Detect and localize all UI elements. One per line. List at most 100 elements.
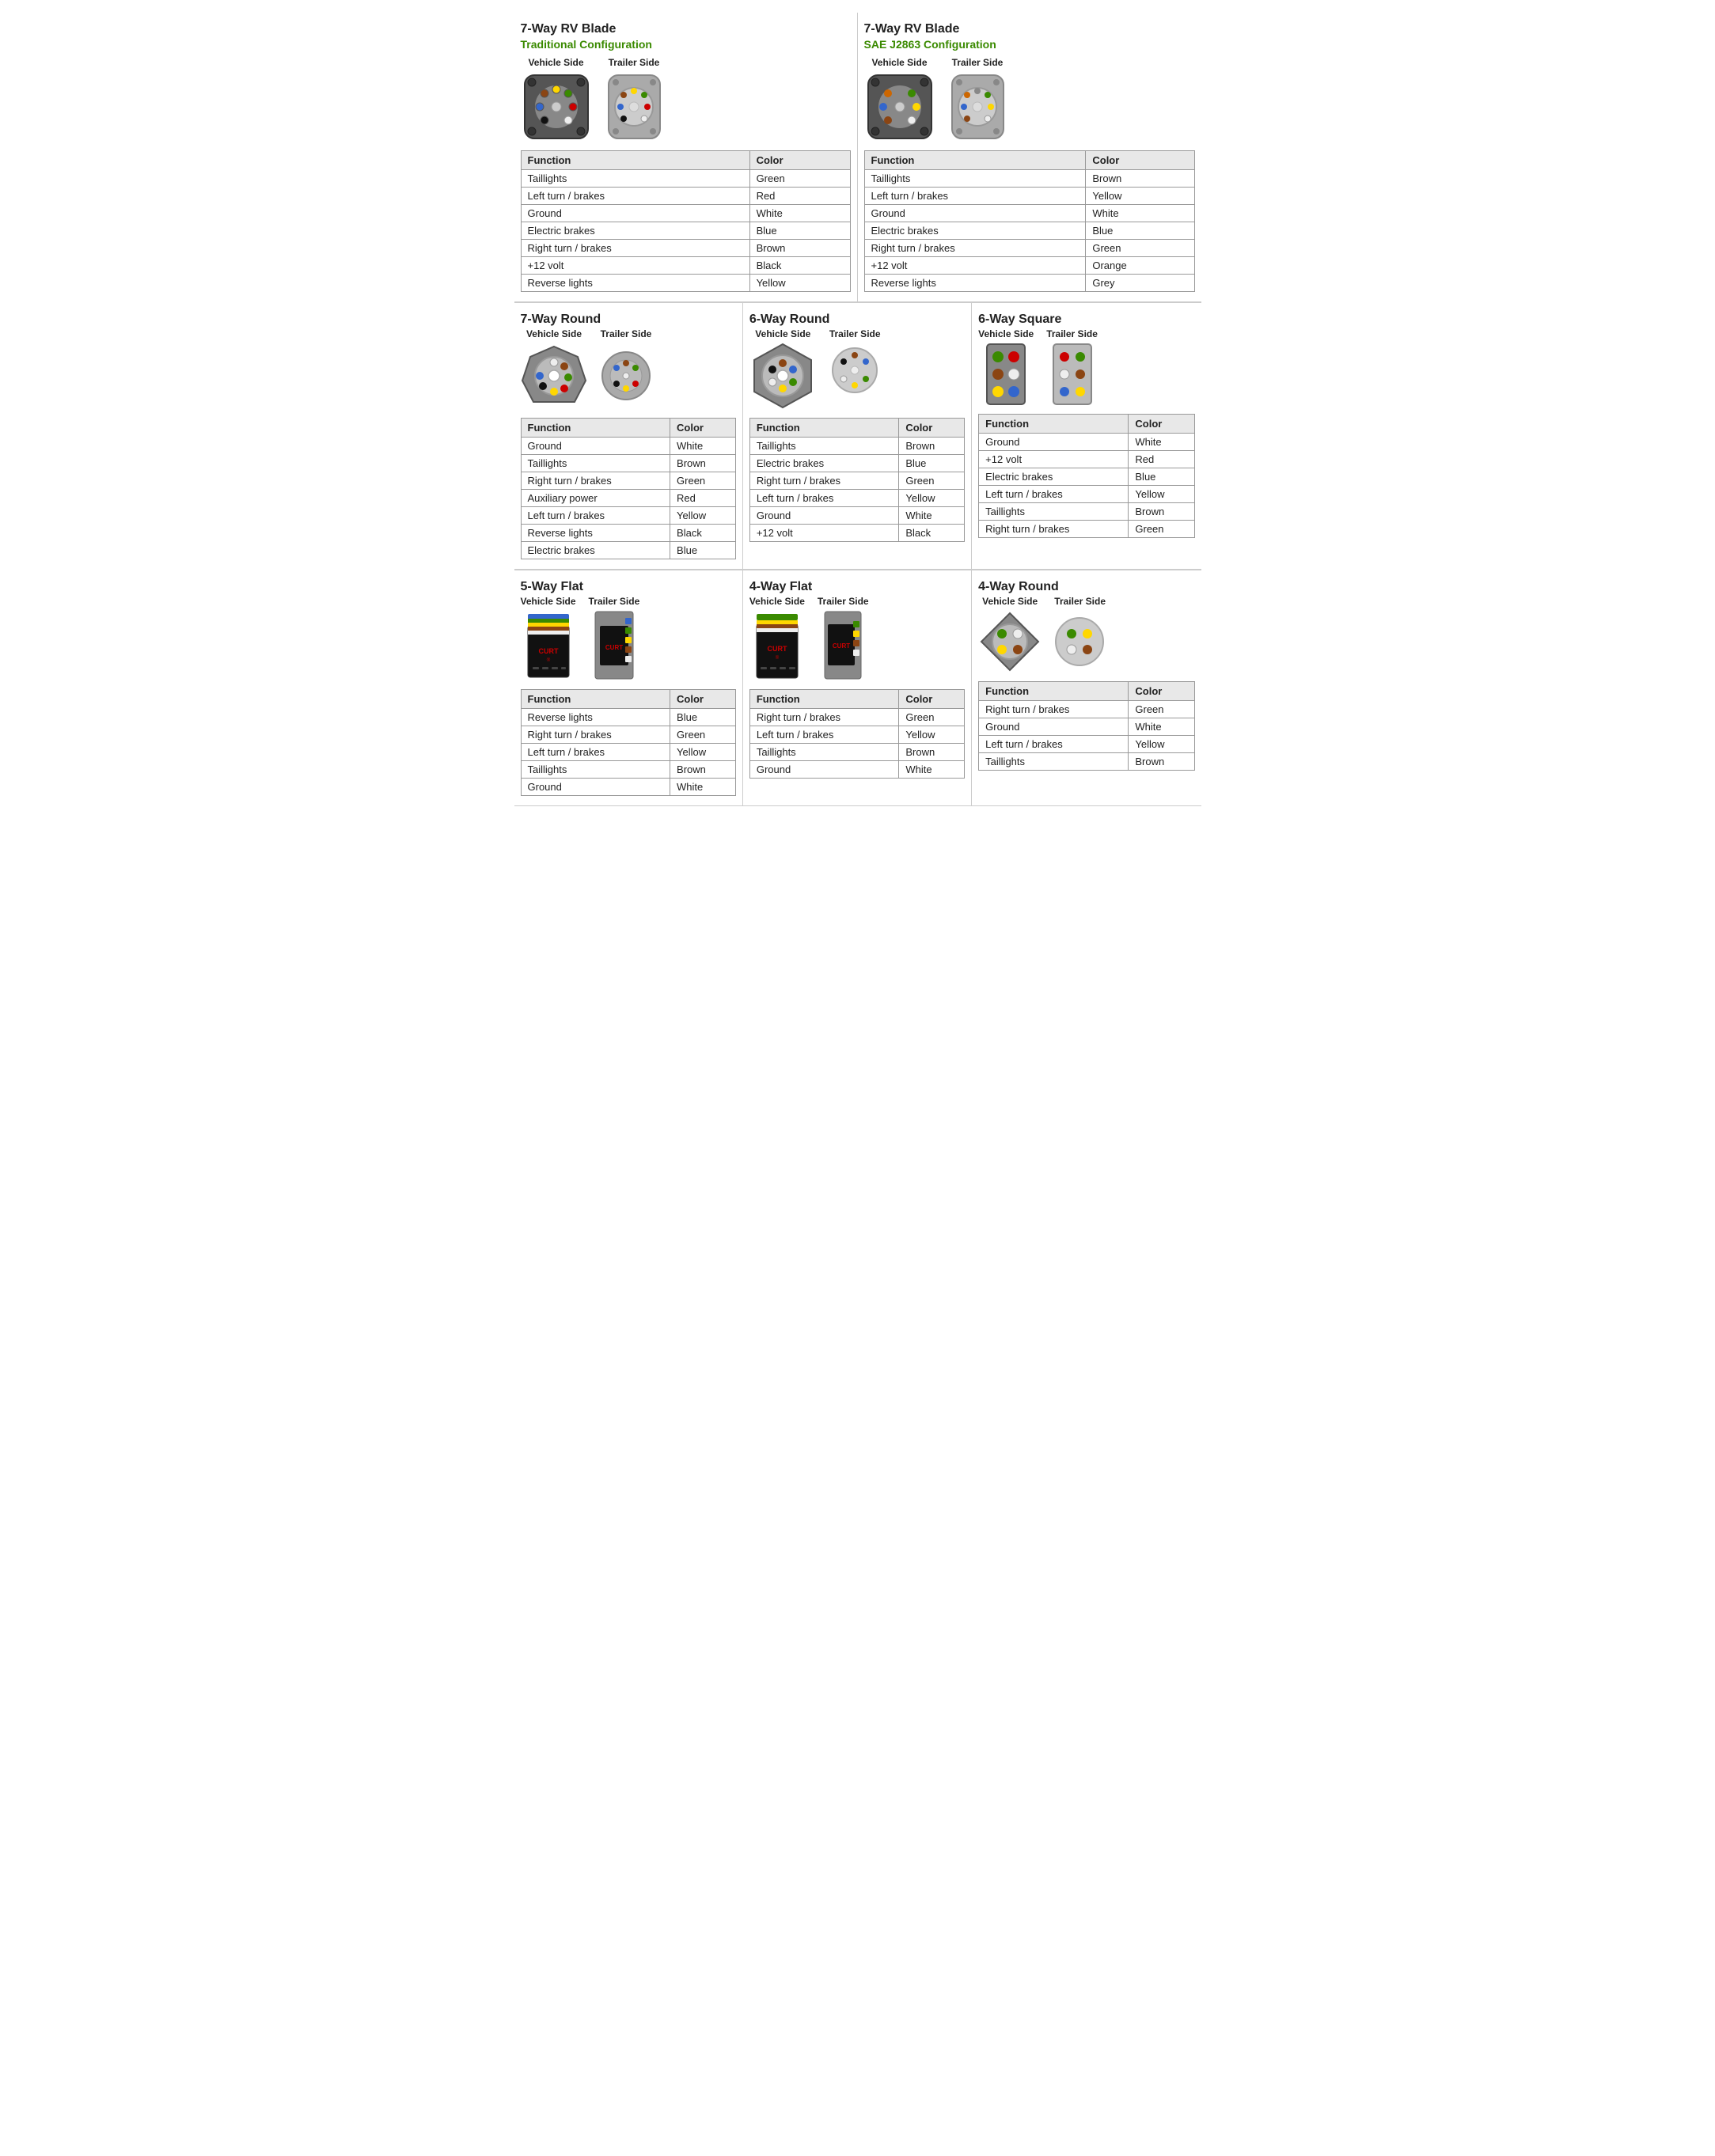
- svg-text:®: ®: [776, 655, 780, 661]
- trailer-connector-4way-round: [1054, 610, 1106, 673]
- svg-text:CURT: CURT: [767, 645, 787, 653]
- section-7way-round: 7-Way Round Vehicle Side: [514, 303, 743, 570]
- table-rv-blade-sae: Function Color TaillightsBrown Left turn…: [864, 150, 1195, 292]
- table-row: GroundWhite: [521, 205, 850, 222]
- vehicle-diagram-4way-round: Vehicle Side: [978, 596, 1042, 673]
- table-row: TaillightsBrown: [521, 761, 735, 779]
- section-4way-flat: 4-Way Flat Vehicle Side CURT ®: [743, 570, 972, 806]
- section-title-rv-blade-sae: 7-Way RV Blade: [864, 22, 1195, 36]
- table-row: Right turn / brakesGreen: [979, 701, 1194, 718]
- table-row: TaillightsBrown: [749, 438, 964, 455]
- table-row: GroundWhite: [979, 434, 1194, 451]
- table-row: +12 voltBlack: [521, 257, 850, 275]
- vehicle-connector-7way-round: [521, 343, 588, 410]
- trailer-label-7way-round: Trailer Side: [601, 328, 652, 339]
- vehicle-connector-4way-flat: CURT ®: [754, 610, 800, 681]
- table-row: Right turn / brakesGreen: [521, 726, 735, 744]
- table-row: TaillightsBrown: [979, 753, 1194, 771]
- diagrams-row-6way-round: Vehicle Side Trailer Side: [749, 328, 965, 410]
- vehicle-connector-4way-round: [978, 610, 1042, 673]
- trailer-label-4way-round: Trailer Side: [1054, 596, 1106, 607]
- vehicle-label-6way-round: Vehicle Side: [755, 328, 810, 339]
- table-4way-round: Function Color Right turn / brakesGreen …: [978, 681, 1194, 771]
- vehicle-diagram-rv-sae: Vehicle Side: [864, 57, 935, 142]
- trailer-label-rv-trad: Trailer Side: [609, 57, 660, 68]
- table-row: Auxiliary powerRed: [521, 490, 735, 507]
- svg-text:®: ®: [546, 657, 550, 663]
- vehicle-diagram-6way-round: Vehicle Side: [749, 328, 817, 410]
- vehicle-connector-6way-square: [985, 343, 1026, 406]
- vehicle-label-5way-flat: Vehicle Side: [521, 596, 576, 607]
- section-title-5way-flat: 5-Way Flat: [521, 580, 736, 594]
- table-row: TaillightsBrown: [979, 503, 1194, 521]
- table-6way-round: Function Color TaillightsBrown Electric …: [749, 418, 965, 542]
- th-color: Color: [1086, 151, 1194, 170]
- vehicle-label-4way-flat: Vehicle Side: [749, 596, 805, 607]
- svg-text:CURT: CURT: [538, 647, 558, 655]
- trailer-connector-5way-flat: CURT: [594, 610, 635, 681]
- table-row: GroundWhite: [979, 718, 1194, 736]
- table-row: Right turn / brakesGreen: [864, 240, 1194, 257]
- section-6way-round: 6-Way Round Vehicle Side: [743, 303, 972, 570]
- trailer-diagram-4way-flat: Trailer Side CURT: [818, 596, 869, 681]
- table-row: Electric brakesBlue: [749, 455, 964, 472]
- table-6way-square: Function Color GroundWhite +12 voltRed E…: [978, 414, 1194, 538]
- table-row: TaillightsBrown: [864, 170, 1194, 188]
- vehicle-diagram-4way-flat: Vehicle Side CURT ®: [749, 596, 805, 681]
- diagrams-row-4way-flat: Vehicle Side CURT ® Trailer Side: [749, 596, 965, 681]
- table-row: Electric brakesBlue: [864, 222, 1194, 240]
- vehicle-diagram-7way-round: Vehicle Side: [521, 328, 588, 410]
- section-title-rv-blade-trad: 7-Way RV Blade: [521, 22, 851, 36]
- section-subtitle-rv-blade-sae: SAE J2863 Configuration: [864, 38, 1195, 51]
- table-row: GroundWhite: [521, 779, 735, 796]
- table-row: Reverse lightsYellow: [521, 275, 850, 292]
- vehicle-diagram-rv-trad: Vehicle Side: [521, 57, 592, 142]
- th-function: Function: [864, 151, 1086, 170]
- vehicle-label-7way-round: Vehicle Side: [526, 328, 582, 339]
- trailer-connector-7way-round: [601, 343, 652, 410]
- section-title-4way-round: 4-Way Round: [978, 580, 1194, 594]
- vehicle-diagram-6way-square: Vehicle Side: [978, 328, 1034, 406]
- vehicle-connector-rv-trad: [521, 71, 592, 142]
- table-row: TaillightsBrown: [521, 455, 735, 472]
- svg-text:CURT: CURT: [605, 644, 623, 651]
- table-row: Reverse lightsBlack: [521, 525, 735, 542]
- trailer-diagram-rv-sae: Trailer Side: [948, 57, 1007, 142]
- table-row: Right turn / brakesGreen: [749, 709, 964, 726]
- diagrams-row-4way-round: Vehicle Side Trailer Side: [978, 596, 1194, 673]
- section-title-7way-round: 7-Way Round: [521, 313, 736, 327]
- diagrams-row-6way-square: Vehicle Side Trailer Side: [978, 328, 1194, 406]
- trailer-connector-4way-flat: CURT: [823, 610, 863, 681]
- trailer-diagram-rv-trad: Trailer Side: [605, 57, 664, 142]
- trailer-diagram-7way-round: Trailer Side: [601, 328, 652, 410]
- trailer-diagram-5way-flat: Trailer Side CURT: [589, 596, 640, 681]
- table-7way-round: Function Color GroundWhite TaillightsBro…: [521, 418, 736, 559]
- diagrams-row-rv-trad: Vehicle Side: [521, 57, 851, 142]
- table-row: Right turn / brakesBrown: [521, 240, 850, 257]
- diagrams-row-5way-flat: Vehicle Side CURT ®: [521, 596, 736, 681]
- table-row: TaillightsGreen: [521, 170, 850, 188]
- table-row: Left turn / brakesYellow: [521, 744, 735, 761]
- table-row: Electric brakesBlue: [521, 222, 850, 240]
- table-row: Reverse lightsBlue: [521, 709, 735, 726]
- table-row: GroundWhite: [749, 507, 964, 525]
- vehicle-label-6way-square: Vehicle Side: [978, 328, 1034, 339]
- trailer-connector-rv-trad: [605, 71, 664, 142]
- section-title-6way-square: 6-Way Square: [978, 313, 1194, 327]
- table-rv-blade-trad: Function Color TaillightsGreen Left turn…: [521, 150, 851, 292]
- table-row: GroundWhite: [864, 205, 1194, 222]
- table-row: Right turn / brakesGreen: [749, 472, 964, 490]
- table-row: GroundWhite: [521, 438, 735, 455]
- table-row: Left turn / brakesYellow: [749, 726, 964, 744]
- table-row: Left turn / brakesYellow: [979, 486, 1194, 503]
- trailer-label-6way-square: Trailer Side: [1046, 328, 1098, 339]
- table-row: Reverse lightsGrey: [864, 275, 1194, 292]
- vehicle-label-4way-round: Vehicle Side: [982, 596, 1038, 607]
- trailer-connector-6way-square: [1052, 343, 1093, 406]
- section-rv-blade-sae: 7-Way RV Blade SAE J2863 Configuration V…: [858, 13, 1201, 302]
- trailer-diagram-4way-round: Trailer Side: [1054, 596, 1106, 673]
- table-row: Left turn / brakesYellow: [749, 490, 964, 507]
- table-row: Electric brakesBlue: [521, 542, 735, 559]
- trailer-label-5way-flat: Trailer Side: [589, 596, 640, 607]
- trailer-connector-rv-sae: [948, 71, 1007, 142]
